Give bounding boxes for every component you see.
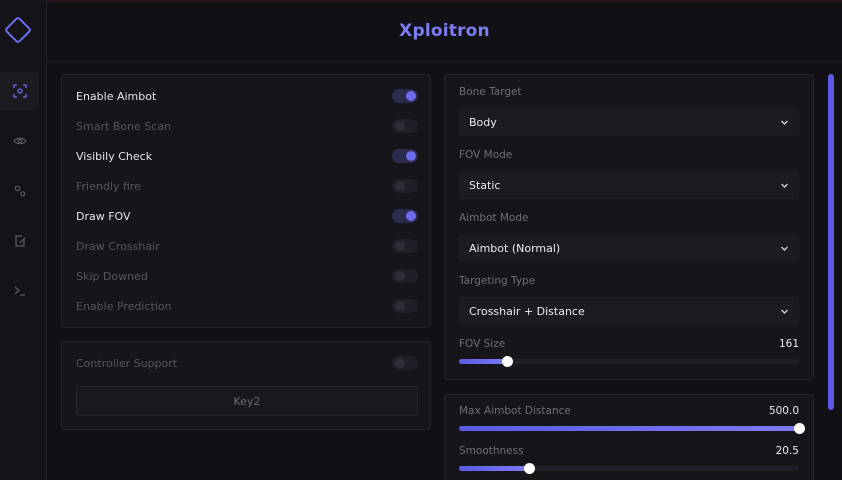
- app-title: Xploitron: [399, 20, 490, 41]
- toggle-row-skip-downed[interactable]: Skip Downed: [76, 266, 418, 286]
- toggle-row-controller-support[interactable]: Controller Support: [76, 353, 418, 373]
- toggle-row-draw-fov[interactable]: Draw FOV: [76, 206, 418, 226]
- toggle-label: Smart Bone Scan: [76, 119, 172, 133]
- select-value: Static: [469, 178, 501, 192]
- eye-icon: [12, 137, 27, 145]
- aimbot-toggles-panel: Enable Aimbot Smart Bone Scan Visibily C…: [61, 74, 431, 328]
- sidebar-item-misc[interactable]: [0, 172, 39, 210]
- slider-value: 161: [778, 338, 799, 350]
- toggle-row-enable-aimbot[interactable]: Enable Aimbot: [76, 86, 418, 106]
- toggle-row-smart-bone-scan[interactable]: Smart Bone Scan: [76, 116, 418, 136]
- slider-label: Smoothness: [459, 445, 524, 457]
- sidebar-item-aimbot[interactable]: [0, 72, 39, 110]
- toggle-label: Draw Crosshair: [76, 239, 160, 253]
- fov-mode-select[interactable]: Static: [459, 171, 799, 199]
- toggle-row-enable-prediction[interactable]: Enable Prediction: [76, 296, 418, 316]
- toggle-label: Visibily Check: [76, 149, 153, 163]
- draw-fov-switch[interactable]: [392, 209, 418, 223]
- toggle-label: Draw FOV: [76, 209, 131, 223]
- controller-support-switch[interactable]: [392, 356, 418, 370]
- select-value: Body: [469, 115, 497, 129]
- crosshair-icon: [12, 84, 27, 98]
- aimbot-mode-select[interactable]: Aimbot (Normal): [459, 234, 799, 262]
- smoothness-slider[interactable]: [459, 463, 799, 474]
- scrollbar[interactable]: [828, 74, 834, 410]
- fov-size-slider[interactable]: [459, 356, 799, 367]
- visibility-check-switch[interactable]: [392, 149, 418, 163]
- bone-target-select[interactable]: Body: [459, 108, 799, 136]
- edit-document-icon: [14, 235, 25, 247]
- chevron-down-icon: [781, 183, 788, 188]
- slider-value: 500.0: [768, 405, 799, 417]
- distance-smoothing-panel: Max Aimbot Distance 500.0 Smoothness 20.…: [444, 394, 814, 480]
- chevron-down-icon: [781, 120, 788, 125]
- slider-thumb[interactable]: [794, 423, 805, 434]
- fov-size-header: FOV Size 161: [459, 338, 799, 350]
- aimbot-mode-label: Aimbot Mode: [459, 212, 529, 224]
- smoothness-header: Smoothness 20.5: [459, 445, 799, 457]
- toggle-label: Skip Downed: [76, 269, 148, 283]
- bone-target-label: Bone Target: [459, 86, 522, 98]
- sidebar-item-console[interactable]: [0, 272, 39, 310]
- max-distance-header: Max Aimbot Distance 500.0: [459, 405, 799, 417]
- enable-prediction-switch[interactable]: [392, 299, 418, 313]
- diamond-logo-icon: [2, 14, 34, 46]
- chevron-down-icon: [781, 246, 788, 251]
- slider-label: FOV Size: [459, 338, 506, 350]
- toggle-label: Friendly fire: [76, 179, 141, 193]
- slider-label: Max Aimbot Distance: [459, 405, 571, 417]
- terminal-icon: [14, 286, 25, 296]
- settings-cogs-icon: [14, 185, 25, 197]
- sidebar: [0, 0, 47, 480]
- fov-mode-label: FOV Mode: [459, 149, 513, 161]
- sidebar-item-visuals[interactable]: [0, 122, 39, 160]
- skip-downed-switch[interactable]: [392, 269, 418, 283]
- enable-aimbot-switch[interactable]: [392, 89, 418, 103]
- aimbot-settings-panel: Bone Target Body FOV Mode Static Aimbot …: [444, 74, 814, 380]
- sidebar-item-config[interactable]: [0, 222, 39, 260]
- toggle-row-friendly-fire[interactable]: Friendly fire: [76, 176, 418, 196]
- chevron-down-icon: [781, 309, 788, 314]
- smart-bone-scan-switch[interactable]: [392, 119, 418, 133]
- toggle-row-visibility-check[interactable]: Visibily Check: [76, 146, 418, 166]
- toggle-label: Controller Support: [76, 356, 178, 370]
- draw-crosshair-switch[interactable]: [392, 239, 418, 253]
- keybind-button[interactable]: Key2: [76, 386, 418, 416]
- max-distance-slider[interactable]: [459, 423, 805, 434]
- controller-panel: Controller Support Key2: [61, 341, 431, 430]
- toggle-row-draw-crosshair[interactable]: Draw Crosshair: [76, 236, 418, 256]
- targeting-type-select[interactable]: Crosshair + Distance: [459, 297, 799, 325]
- select-value: Aimbot (Normal): [469, 241, 561, 255]
- slider-value: 20.5: [775, 445, 799, 457]
- slider-thumb[interactable]: [523, 463, 535, 474]
- targeting-type-label: Targeting Type: [459, 275, 536, 287]
- header: Xploitron: [47, 0, 842, 62]
- toggle-label: Enable Aimbot: [76, 89, 157, 103]
- friendly-fire-switch[interactable]: [392, 179, 418, 193]
- select-value: Crosshair + Distance: [469, 304, 585, 318]
- slider-thumb[interactable]: [501, 356, 513, 367]
- toggle-label: Enable Prediction: [76, 299, 172, 313]
